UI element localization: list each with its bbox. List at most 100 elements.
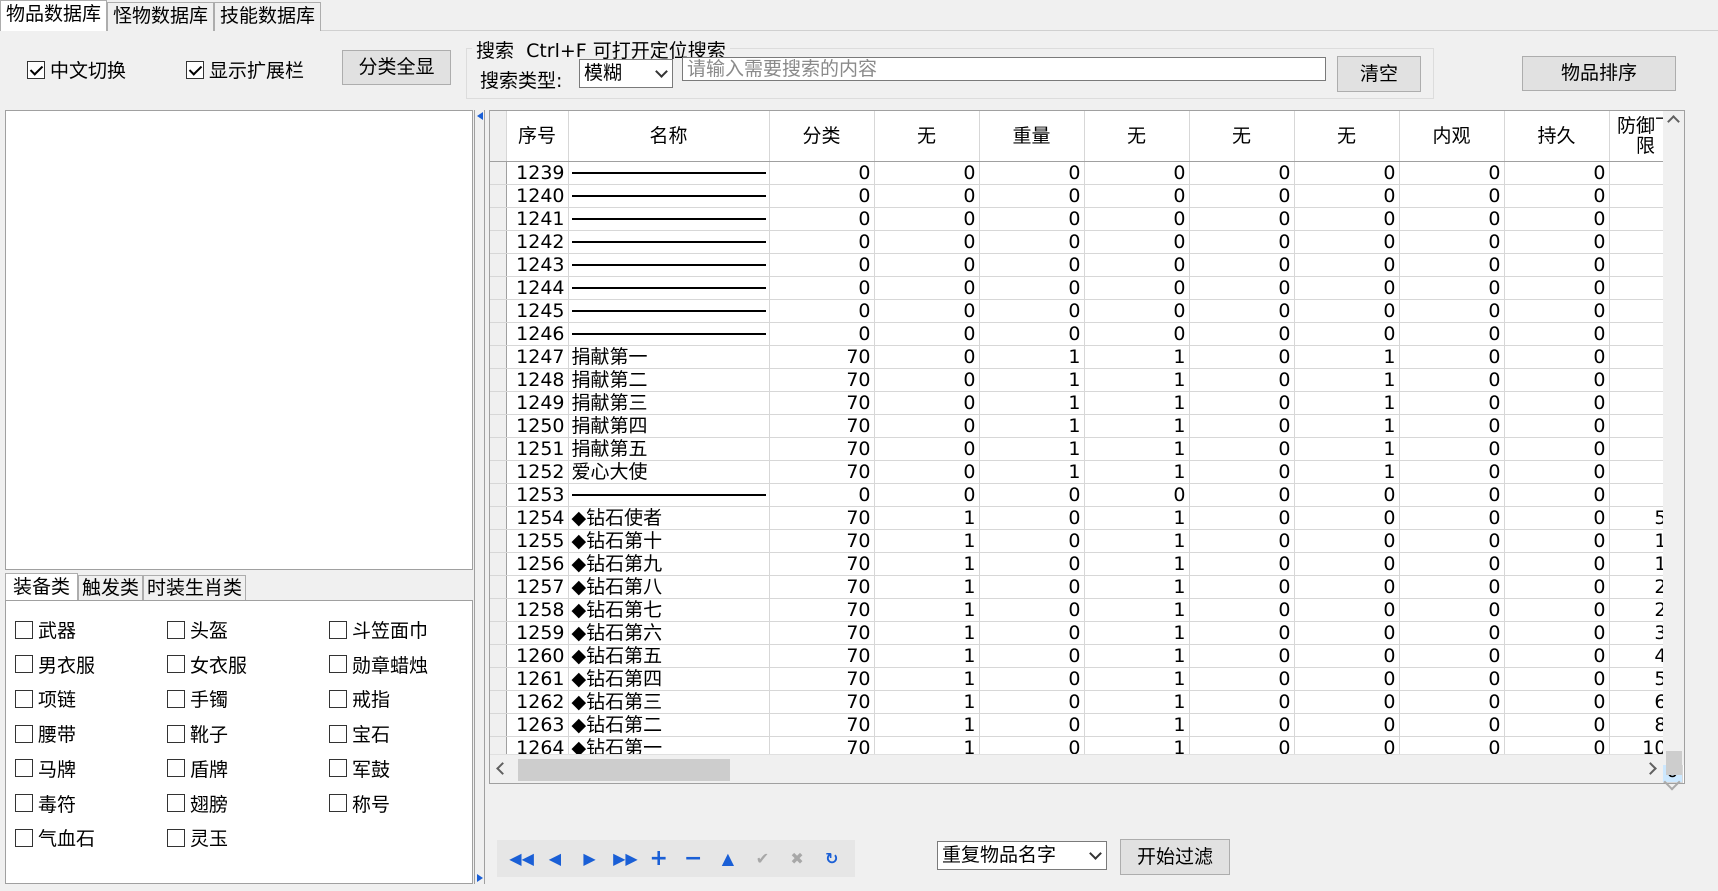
cell-value[interactable]: 0 [1189,299,1295,323]
category-checkbox[interactable]: 翅膀 [167,790,228,817]
cell-value[interactable]: 0 [1399,161,1505,185]
tab-fashion-zodiac[interactable]: 时装生肖类 [143,575,247,601]
cell-name[interactable] [568,253,770,277]
cell-value[interactable]: 0 [979,713,1085,737]
cell-value[interactable]: 0 [1399,575,1505,599]
cell-value[interactable]: 0 [1189,713,1295,737]
cell-seq[interactable]: 1262 [506,690,569,714]
cell-value[interactable]: 0 [1399,345,1505,369]
cell-value[interactable]: 70 [769,506,875,530]
table-row[interactable]: 1243000000000 [490,253,1683,277]
horizontal-scroll-thumb[interactable] [518,759,730,781]
cell-value[interactable]: 1 [1084,690,1190,714]
cell-value[interactable]: 0 [1294,253,1400,277]
row-indicator[interactable] [490,529,507,553]
cell-value[interactable]: 1 [1294,345,1400,369]
cell-value[interactable]: 0 [1189,483,1295,507]
cell-seq[interactable]: 1242 [506,230,569,254]
cell-value[interactable]: 1 [874,529,980,553]
tab-skill-database[interactable]: 技能数据库 [214,2,322,31]
checkbox-unchecked-icon[interactable] [15,724,33,743]
first-record-icon[interactable]: ◀◀ [509,849,534,868]
cell-value[interactable]: 0 [1504,667,1610,691]
cell-seq[interactable]: 1251 [506,437,569,461]
cell-value[interactable]: 1 [1084,644,1190,668]
collapse-left-icon[interactable] [477,112,483,120]
cell-seq[interactable]: 1247 [506,345,569,369]
cell-value[interactable]: 70 [769,667,875,691]
cell-value[interactable]: 0 [1294,207,1400,231]
table-row[interactable]: 1242000000000 [490,230,1683,254]
cell-value[interactable]: 0 [1294,667,1400,691]
cell-value[interactable]: 0 [1294,276,1400,300]
scroll-left-icon[interactable] [496,762,509,775]
cell-value[interactable]: 0 [979,690,1085,714]
column-header[interactable]: 分类 [769,111,875,162]
cell-value[interactable]: 0 [1189,276,1295,300]
cell-value[interactable]: 0 [1189,506,1295,530]
cell-value[interactable]: 0 [1189,322,1295,346]
checkbox-unchecked-icon[interactable] [329,655,347,674]
cell-value[interactable]: 1 [1084,713,1190,737]
cell-value[interactable]: 0 [1189,552,1295,576]
checkbox-unchecked-icon[interactable] [329,689,347,708]
cell-seq[interactable]: 1239 [506,161,569,185]
tab-trigger[interactable]: 触发类 [78,575,144,601]
cell-value[interactable]: 0 [1399,322,1505,346]
cell-value[interactable]: 0 [1294,483,1400,507]
row-indicator[interactable] [490,299,507,323]
category-checkbox[interactable]: 头盔 [167,616,228,643]
cell-value[interactable]: 0 [769,230,875,254]
horizontal-scrollbar[interactable] [490,754,1663,783]
cell-name[interactable]: 爱心大使 [568,460,770,484]
checkbox-unchecked-icon[interactable] [329,794,347,812]
cell-value[interactable]: 1 [874,552,980,576]
table-row[interactable]: 1256◆钻石第九70101000015 [490,552,1683,576]
cell-value[interactable]: 0 [979,299,1085,323]
cell-value[interactable]: 0 [979,667,1085,691]
category-checkbox[interactable]: 手镯 [167,685,228,712]
cell-value[interactable]: 1 [874,713,980,737]
table-row[interactable]: 1257◆钻石第八70101000020 [490,575,1683,599]
cell-value[interactable]: 1 [1084,437,1190,461]
cell-value[interactable]: 0 [1294,161,1400,185]
checkbox-unchecked-icon[interactable] [15,689,33,708]
next-record-icon[interactable]: ▶ [578,849,600,868]
cell-value[interactable]: 1 [874,506,980,530]
cell-value[interactable]: 0 [1399,184,1505,208]
cell-value[interactable]: 0 [1189,529,1295,553]
checkbox-unchecked-icon[interactable] [167,620,185,639]
column-header[interactable]: 无 [874,111,980,162]
table-row[interactable]: 1249捐献第三7001101000 [490,391,1683,415]
cell-value[interactable]: 0 [1294,621,1400,645]
table-row[interactable]: 1253000000000 [490,483,1683,507]
start-filter-button[interactable]: 开始过滤 [1120,839,1230,875]
cell-name[interactable] [568,322,770,346]
cell-value[interactable]: 0 [874,368,980,392]
cell-value[interactable]: 0 [874,345,980,369]
column-header[interactable]: 无 [1189,111,1295,162]
table-row[interactable]: 1259◆钻石第六70101000030 [490,621,1683,645]
cell-value[interactable]: 0 [1189,161,1295,185]
cell-value[interactable]: 0 [1189,621,1295,645]
search-input[interactable]: 请输入需要搜索的内容 [682,57,1326,81]
show-extension-checkbox[interactable]: 显示扩展栏 [186,56,304,83]
cell-value[interactable]: 0 [979,552,1085,576]
cell-value[interactable]: 1 [1084,345,1190,369]
row-indicator[interactable] [490,207,507,231]
table-row[interactable]: 1244000000000 [490,276,1683,300]
cell-value[interactable]: 0 [979,161,1085,185]
table-row[interactable]: 1241000000000 [490,207,1683,231]
row-indicator[interactable] [490,368,507,392]
cell-value[interactable]: 1 [874,575,980,599]
cell-seq[interactable]: 1250 [506,414,569,438]
cell-value[interactable]: 70 [769,690,875,714]
cell-value[interactable]: 0 [979,207,1085,231]
cell-seq[interactable]: 1260 [506,644,569,668]
chinese-switch-checkbox[interactable]: 中文切换 [27,56,126,83]
cell-seq[interactable]: 1258 [506,598,569,622]
cell-value[interactable]: 1 [1084,598,1190,622]
category-checkbox[interactable]: 灵玉 [167,824,228,851]
category-tree-panel[interactable] [5,110,473,570]
cell-seq[interactable]: 1263 [506,713,569,737]
